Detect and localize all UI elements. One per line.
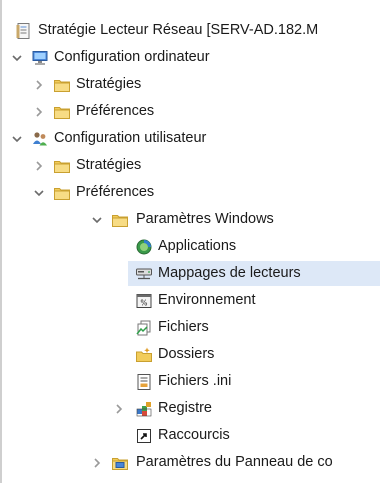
tree-node-windows-settings[interactable]: Paramètres Windows <box>0 206 380 233</box>
folder-icon <box>52 102 72 122</box>
tree-node-user-config[interactable]: Configuration utilisateur <box>0 125 380 152</box>
drive-map-icon <box>134 264 154 284</box>
files-icon <box>134 318 154 338</box>
control-panel-folder-icon <box>110 453 130 473</box>
tree-node-user-strategies-label: Stratégies <box>76 157 142 173</box>
tree-node-control-panel-settings-label: Paramètres du Panneau de co <box>136 454 333 470</box>
tree-item-folders[interactable]: Dossiers <box>0 341 380 368</box>
tree-item-files[interactable]: Fichiers <box>0 314 380 341</box>
tree-item-label: Mappages de lecteurs <box>158 265 301 281</box>
chevron-down-icon[interactable] <box>32 186 46 200</box>
shortcut-icon <box>134 426 154 446</box>
ini-file-icon <box>134 372 154 392</box>
tree-node-computer-config-label: Configuration ordinateur <box>54 49 210 65</box>
chevron-right-icon[interactable] <box>112 402 126 416</box>
svg-text:%: % <box>140 298 147 307</box>
gpo-editor-tree: Stratégie Lecteur Réseau [SERV-AD.182.M … <box>0 0 380 483</box>
chevron-down-icon[interactable] <box>10 51 24 65</box>
folders-icon <box>134 345 154 365</box>
tree-node-root[interactable]: Stratégie Lecteur Réseau [SERV-AD.182.M <box>0 17 380 44</box>
tree-item-label: Registre <box>158 400 212 416</box>
folder-icon <box>110 210 130 230</box>
applications-icon <box>134 237 154 257</box>
tree-node-computer-preferences-label: Préférences <box>76 103 155 119</box>
tree-node-user-config-label: Configuration utilisateur <box>54 130 207 146</box>
tree-item-ini-files[interactable]: Fichiers .ini <box>0 368 380 395</box>
tree-node-computer-strategies[interactable]: Stratégies <box>0 71 380 98</box>
tree-item-label: Fichiers <box>158 319 209 335</box>
chevron-right-icon[interactable] <box>90 456 104 470</box>
folder-icon <box>52 75 72 95</box>
users-icon <box>30 129 50 149</box>
tree-item-drive-maps[interactable]: Mappages de lecteurs <box>0 260 380 287</box>
tree-node-computer-preferences[interactable]: Préférences <box>0 98 380 125</box>
tree-item-label: Fichiers .ini <box>158 373 232 389</box>
tree-item-environment[interactable]: % Environnement <box>0 287 380 314</box>
chevron-right-icon[interactable] <box>32 105 46 119</box>
tree-item-label: Environnement <box>158 292 256 308</box>
chevron-down-icon[interactable] <box>10 132 24 146</box>
chevron-right-icon[interactable] <box>32 78 46 92</box>
tree-item-applications[interactable]: Applications <box>0 233 380 260</box>
tree-item-label: Applications <box>158 238 237 254</box>
registry-icon <box>134 399 154 419</box>
tree-node-user-strategies[interactable]: Stratégies <box>0 152 380 179</box>
tree-item-registry[interactable]: Registre <box>0 395 380 422</box>
tree-node-computer-strategies-label: Stratégies <box>76 76 142 92</box>
folder-icon <box>52 183 72 203</box>
tree-node-root-label: Stratégie Lecteur Réseau [SERV-AD.182.M <box>38 22 319 38</box>
environment-icon: % <box>134 291 154 311</box>
policy-document-icon <box>14 21 34 41</box>
tree-node-control-panel-settings[interactable]: Paramètres du Panneau de co <box>0 449 380 476</box>
tree-item-label: Raccourcis <box>158 427 230 443</box>
tree-node-computer-config[interactable]: Configuration ordinateur <box>0 44 380 71</box>
tree-node-user-preferences-label: Préférences <box>76 184 155 200</box>
chevron-down-icon[interactable] <box>90 213 104 227</box>
tree-item-shortcuts[interactable]: Raccourcis <box>0 422 380 449</box>
tree-item-label: Dossiers <box>158 346 215 362</box>
chevron-right-icon[interactable] <box>32 159 46 173</box>
tree-node-user-preferences[interactable]: Préférences <box>0 179 380 206</box>
tree-node-windows-settings-label: Paramètres Windows <box>136 211 274 227</box>
computer-icon <box>30 48 50 68</box>
folder-icon <box>52 156 72 176</box>
